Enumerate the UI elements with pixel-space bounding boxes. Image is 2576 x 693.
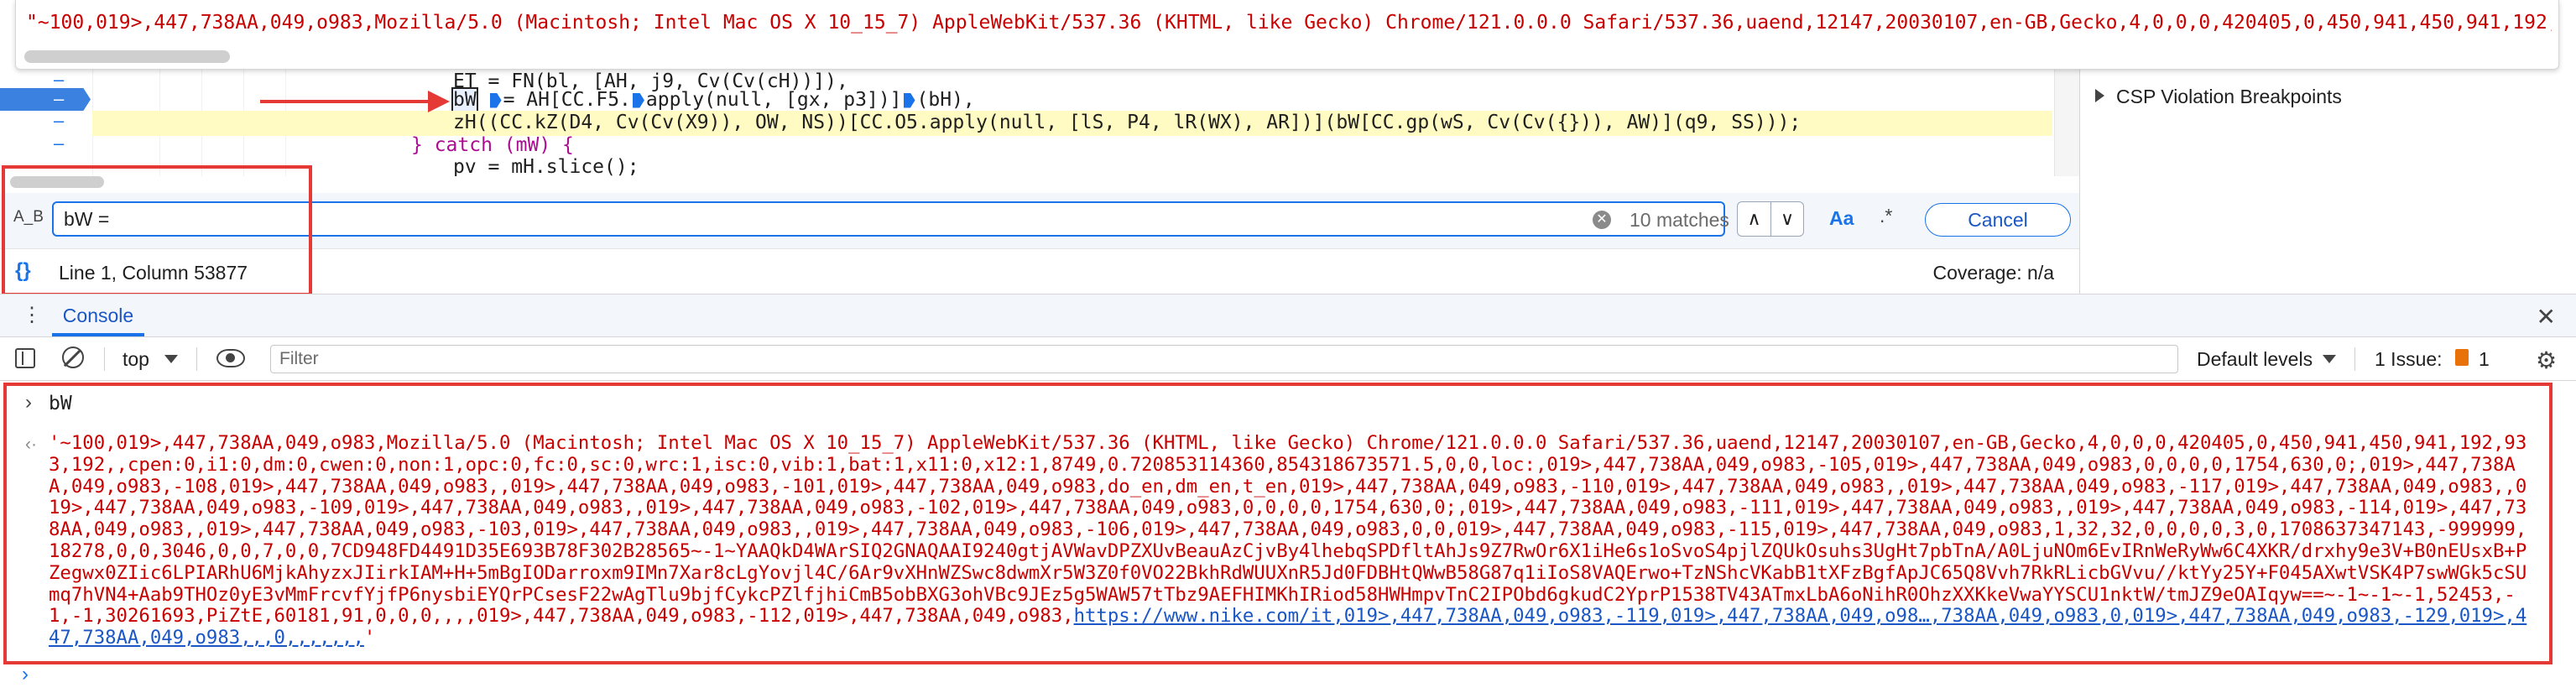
pretty-print-icon[interactable]: {}	[15, 259, 31, 283]
debugger-sidebar: CSP Violation Breakpoints	[2079, 69, 2576, 294]
console-result-message: ‹· '~100,019>,447,738AA,049,o983,Mozilla…	[0, 426, 2576, 661]
code-line: – pv = mH.slice();	[0, 154, 2054, 176]
console-input-message: › bW	[0, 388, 2576, 421]
cursor-position: Line 1, Column 53877	[59, 262, 248, 284]
annotation-arrow-line	[260, 100, 436, 103]
clear-search-icon[interactable]: ✕	[1593, 211, 1611, 229]
input-chevron-icon: ›	[25, 391, 32, 414]
code-text: zH((CC.kZ(D4, Cv(Cv(X9)), OW, NS))[CC.O5…	[453, 112, 1802, 133]
live-expression-eye-icon[interactable]	[216, 349, 245, 367]
code-text: pv = mH.slice();	[453, 156, 639, 176]
console-prompt-icon[interactable]: ›	[22, 663, 29, 686]
issue-flag-icon[interactable]	[2455, 349, 2469, 366]
inline-breakpoint-icon[interactable]	[632, 92, 644, 108]
toolbar-divider	[196, 347, 197, 371]
issues-label[interactable]: 1 Issue:	[2375, 348, 2443, 371]
result-string[interactable]: '~100,019>,447,738AA,049,o983,Mozilla/5.…	[49, 432, 2526, 627]
gutter-minus[interactable]: –	[54, 110, 64, 132]
code-text: } catch (mW) {	[411, 134, 574, 156]
console-input-text[interactable]: bW	[49, 393, 72, 414]
cancel-button[interactable]: Cancel	[1925, 203, 2071, 237]
chevron-down-icon[interactable]	[2323, 355, 2336, 363]
csp-breakpoints-section[interactable]: CSP Violation Breakpoints	[2095, 86, 2342, 108]
result-chevron-icon: ‹·	[25, 435, 37, 454]
filter-input[interactable]	[270, 345, 2178, 373]
code-token: apply(null, [gx, p3])]	[645, 89, 902, 111]
inline-breakpoint-icon[interactable]	[489, 92, 502, 108]
gutter-minus[interactable]: –	[54, 154, 64, 176]
search-input[interactable]	[52, 201, 1725, 237]
clear-console-icon[interactable]	[62, 346, 84, 368]
next-match-button[interactable]: ∨	[1770, 201, 1804, 237]
issues-count[interactable]: 1	[2479, 348, 2490, 371]
code-token: AH[CC.F5.	[526, 89, 631, 111]
regex-button[interactable]: .*	[1880, 205, 1892, 227]
tooltip-text: "~100,019>,447,738AA,049,o983,Mozilla/5.…	[26, 12, 2552, 34]
gutter-minus[interactable]: –	[54, 133, 64, 154]
result-string-end: '	[363, 627, 376, 649]
code-line: – zH((CC.kZ(D4, Cv(Cv(X9)), OW, NS))[CC.…	[0, 110, 2054, 135]
chevron-down-icon[interactable]	[164, 355, 178, 363]
csp-label: CSP Violation Breakpoints	[2116, 86, 2342, 107]
editor-horizontal-scrollbar[interactable]	[10, 176, 104, 188]
editor-status-bar: {} Line 1, Column 53877 Coverage: n/a	[0, 248, 2079, 294]
editor-scrollbar[interactable]	[2054, 69, 2080, 176]
context-selector[interactable]: top	[123, 348, 149, 371]
tooltip-scrollbar[interactable]	[24, 50, 230, 63]
drawer-tab-bar: ⋮ Console ✕	[0, 294, 2576, 337]
value-tooltip: "~100,019>,447,738AA,049,o983,Mozilla/5.…	[15, 0, 2559, 70]
breakpoint-marker[interactable]: –	[0, 88, 91, 111]
sidebar-toggle-icon[interactable]	[15, 348, 35, 368]
annotation-arrow-head	[428, 91, 450, 112]
console-result-text[interactable]: '~100,019>,447,738AA,049,o983,Mozilla/5.…	[49, 432, 2534, 649]
gutter-minus: –	[54, 88, 65, 109]
inline-breakpoint-icon[interactable]	[903, 92, 915, 108]
match-count: 10 matches	[1630, 209, 1729, 231]
expand-triangle-icon[interactable]	[2095, 89, 2104, 102]
close-drawer-icon[interactable]: ✕	[2537, 303, 2556, 331]
toolbar-divider	[2354, 347, 2355, 371]
gear-icon[interactable]: ⚙	[2536, 346, 2557, 374]
previous-match-button[interactable]: ∧	[1737, 201, 1770, 237]
match-case-button[interactable]: Aa	[1829, 207, 1854, 230]
more-menu-icon[interactable]: ⋮	[22, 303, 42, 327]
source-editor[interactable]: – ET = FN(bl, [AH, j9, Cv(Cv(cH))]), – b…	[0, 69, 2079, 176]
toolbar-divider	[104, 347, 105, 371]
code-text: bW = AH[CC.F5. apply(null, [gx, p3])] (bH)…	[451, 87, 975, 112]
code-token: (bH),	[916, 89, 975, 111]
code-token: } catch (mW) {	[411, 134, 574, 156]
search-bar: A_B ✕ 10 matches ∧ ∨ Aa .* Cancel	[0, 193, 2079, 248]
coverage-status: Coverage: n/a	[1932, 262, 2054, 284]
console-toolbar: top Default levels 1 Issue: 1 ⚙	[0, 337, 2576, 381]
tab-console[interactable]: Console	[52, 294, 144, 336]
code-token: =	[503, 89, 527, 111]
log-levels-dropdown[interactable]: Default levels	[2197, 348, 2313, 371]
replace-toggle-icon[interactable]: A_B	[13, 208, 44, 227]
selected-token[interactable]: bW	[451, 87, 478, 112]
